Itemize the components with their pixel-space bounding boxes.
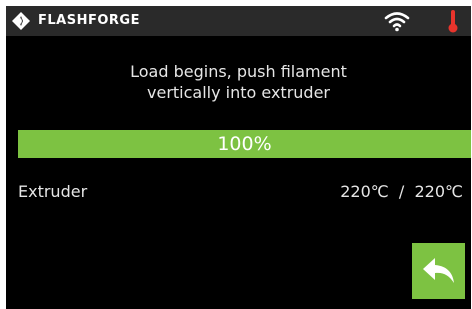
brand-name: FLASHFORGE	[38, 13, 140, 28]
extruder-temperature-readout: 220℃ / 220℃	[340, 181, 463, 203]
progress-percent-label: 100%	[217, 133, 272, 155]
temperature-separator: /	[398, 182, 405, 201]
target-temperature: 220℃	[414, 182, 463, 201]
thermometer-icon	[447, 9, 459, 33]
wifi-icon	[384, 10, 410, 32]
flashforge-logo-icon	[12, 12, 30, 30]
back-button[interactable]	[412, 243, 465, 299]
current-temperature: 220℃	[340, 182, 389, 201]
back-arrow-icon	[422, 255, 456, 287]
instruction-line-2: vertically into extruder	[147, 83, 330, 102]
instruction-line-1: Load begins, push filament	[130, 62, 347, 81]
extruder-label: Extruder	[18, 182, 88, 201]
load-progress-bar: 100%	[18, 130, 471, 158]
printer-screen: FLASHFORGE Load begins, push filament ve…	[6, 6, 471, 309]
top-status-bar: FLASHFORGE	[6, 6, 471, 36]
instruction-message: Load begins, push filament vertically in…	[6, 61, 471, 103]
